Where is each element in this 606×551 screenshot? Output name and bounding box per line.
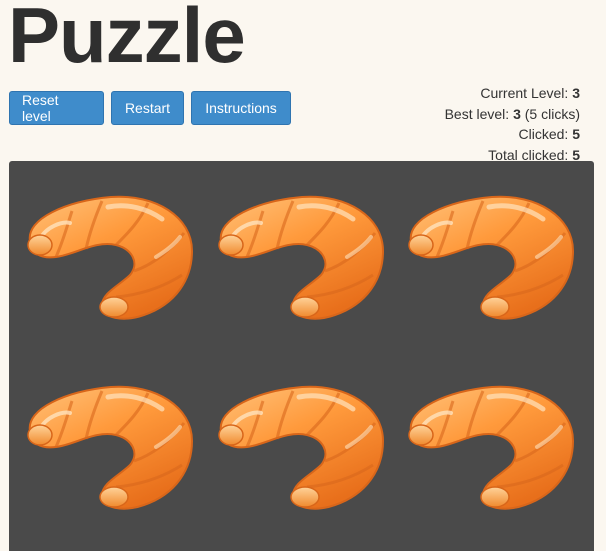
board-tile[interactable] xyxy=(16,369,196,519)
croissant-icon xyxy=(207,179,387,329)
clicked-label: Clicked: xyxy=(518,126,569,142)
restart-button[interactable]: Restart xyxy=(111,91,184,125)
button-row: Reset level Restart Instructions xyxy=(9,91,291,125)
board-tile[interactable] xyxy=(207,369,387,519)
stats-panel: Current Level: 3 Best level: 3 (5 clicks… xyxy=(445,83,580,165)
reset-level-button[interactable]: Reset level xyxy=(9,91,104,125)
clicked-line: Clicked: 5 xyxy=(445,124,580,145)
best-level-label: Best level: xyxy=(444,105,510,122)
board-tile[interactable] xyxy=(397,369,577,519)
game-board xyxy=(9,161,594,551)
current-level-value: 3 xyxy=(572,85,580,101)
board-tile[interactable] xyxy=(16,179,196,329)
croissant-icon xyxy=(16,179,196,329)
best-level-clicks: (5 clicks) xyxy=(524,105,580,122)
best-level-line: Best level: 3 (5 clicks) xyxy=(445,104,580,125)
current-level-label: Current Level: xyxy=(480,85,569,101)
instructions-button[interactable]: Instructions xyxy=(191,91,291,125)
current-level-line: Current Level: 3 xyxy=(445,83,580,104)
board-tile[interactable] xyxy=(207,179,387,329)
croissant-icon xyxy=(397,369,577,519)
croissant-icon xyxy=(207,369,387,519)
page-title: Puzzle xyxy=(8,0,246,79)
croissant-icon xyxy=(16,369,196,519)
croissant-icon xyxy=(397,179,577,329)
best-level-value: 3 xyxy=(513,105,521,122)
clicked-value: 5 xyxy=(572,126,580,142)
board-tile[interactable] xyxy=(397,179,577,329)
